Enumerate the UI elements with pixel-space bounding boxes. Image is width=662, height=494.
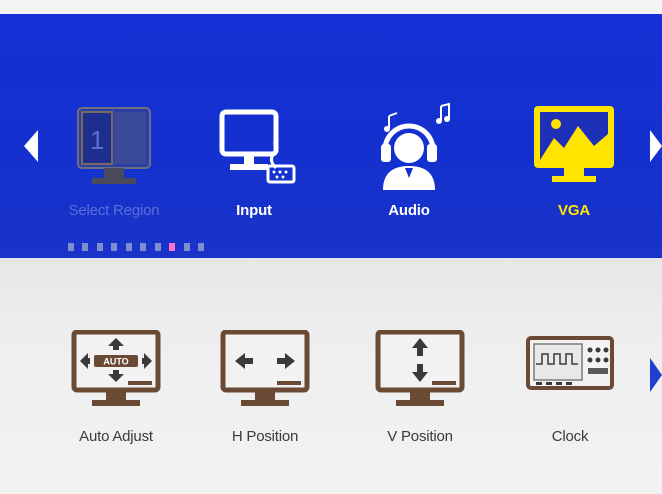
input-icon <box>219 109 296 184</box>
page-dot-active <box>169 243 176 251</box>
submenu-label: H Position <box>231 428 299 445</box>
page-dot <box>125 243 132 251</box>
category-audio[interactable]: Audio <box>344 102 474 219</box>
category-label: Select Region <box>68 202 160 219</box>
submenu-clock[interactable]: Clock <box>505 330 635 445</box>
page-dot <box>154 243 161 251</box>
category-prev-arrow-icon[interactable] <box>24 130 38 162</box>
page-dot <box>111 243 118 251</box>
page-indicator <box>68 238 208 251</box>
category-label: Input <box>236 202 272 219</box>
audio-icon <box>381 102 450 190</box>
top-strip <box>0 0 662 14</box>
vga-icon <box>534 106 614 182</box>
page-dot <box>183 243 190 251</box>
submenu-h-position[interactable]: H Position <box>200 330 330 445</box>
page-dot <box>82 243 89 251</box>
category-label: VGA <box>558 202 590 219</box>
v-position-icon <box>375 330 465 406</box>
page-dot <box>140 243 147 251</box>
category-input[interactable]: Input <box>189 102 319 219</box>
clock-icon <box>526 336 614 390</box>
category-next-arrow-icon[interactable] <box>650 130 662 162</box>
svg-text:AUTO: AUTO <box>103 357 128 367</box>
page-dot <box>198 243 205 251</box>
auto-adjust-icon: AUTO <box>71 330 161 406</box>
submenu-label: Clock <box>551 428 589 445</box>
category-vga[interactable]: VGA <box>509 102 639 219</box>
submenu-v-position[interactable]: V Position <box>355 330 485 445</box>
category-label: Audio <box>388 202 430 219</box>
page-dot <box>68 243 74 251</box>
submenu-next-arrow-icon[interactable] <box>650 358 662 392</box>
category-select-region[interactable]: 1 Select Region <box>49 102 179 219</box>
submenu-label: Auto Adjust <box>79 428 153 445</box>
h-position-icon <box>220 330 310 406</box>
svg-text:1: 1 <box>90 125 104 155</box>
page-dot <box>96 243 103 251</box>
select-region-icon: 1 <box>77 107 151 184</box>
submenu-label: V Position <box>387 428 453 445</box>
submenu-auto-adjust[interactable]: AUTO Auto Adjust <box>51 330 181 445</box>
